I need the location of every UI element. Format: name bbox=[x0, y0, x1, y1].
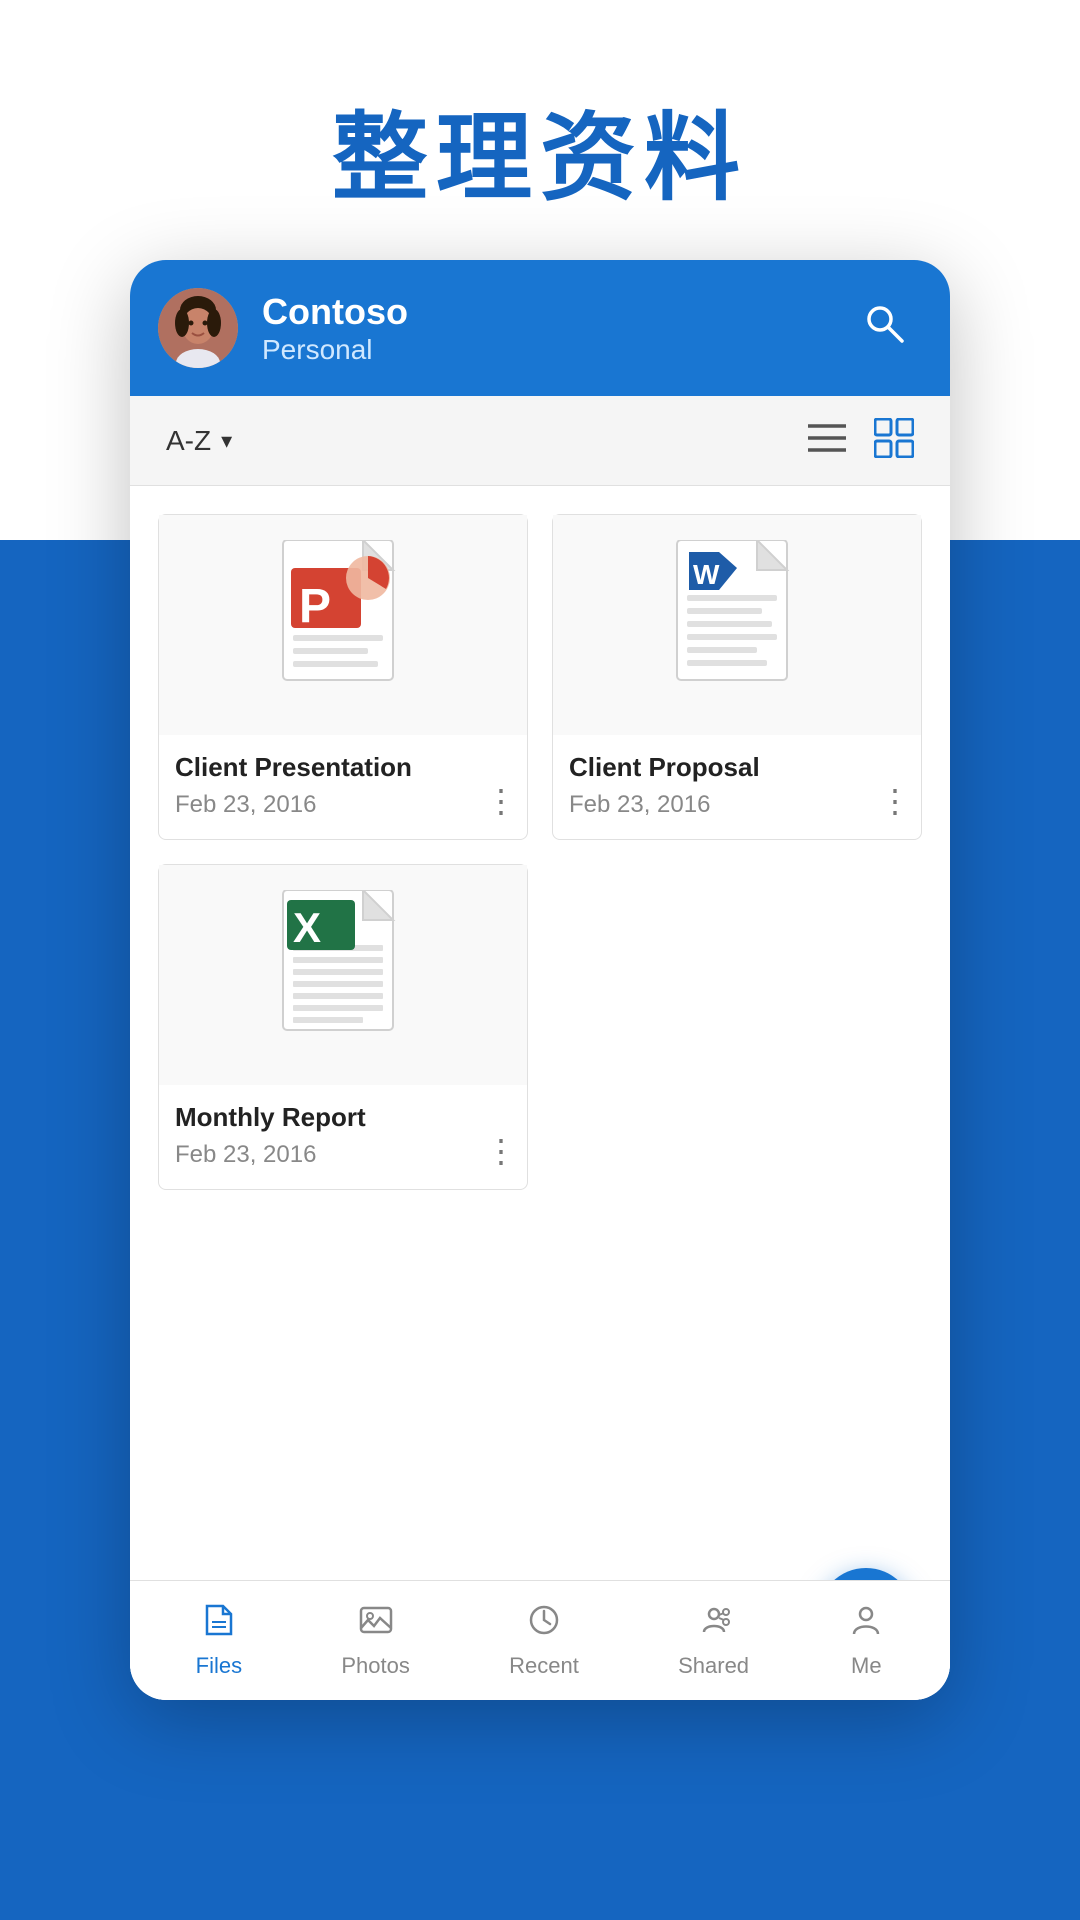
file-thumbnail: W bbox=[553, 515, 921, 735]
svg-text:P: P bbox=[299, 580, 331, 633]
file-card-client-presentation[interactable]: P Client Presentation Feb 23, 2016 ⋮ bbox=[158, 514, 528, 840]
more-options-button[interactable]: ⋮ bbox=[485, 785, 515, 817]
more-options-button[interactable]: ⋮ bbox=[485, 1135, 515, 1167]
me-icon bbox=[848, 1602, 884, 1647]
file-name: Monthly Report bbox=[175, 1101, 511, 1135]
nav-recent[interactable]: Recent bbox=[489, 1592, 599, 1689]
file-info: Client Proposal Feb 23, 2016 bbox=[553, 735, 921, 839]
phone-mockup: Contoso Personal A-Z ▾ bbox=[130, 260, 950, 1700]
chevron-down-icon: ▾ bbox=[221, 428, 232, 454]
files-icon bbox=[201, 1602, 237, 1647]
account-name: Contoso bbox=[262, 290, 830, 333]
files-area: P Client Presentation Feb 23, 2016 ⋮ bbox=[130, 486, 950, 1700]
nav-shared[interactable]: Shared bbox=[658, 1592, 769, 1689]
file-date: Feb 23, 2016 bbox=[569, 791, 905, 819]
svg-text:X: X bbox=[293, 904, 321, 951]
nav-me-label: Me bbox=[851, 1653, 882, 1679]
app-header: Contoso Personal bbox=[130, 260, 950, 396]
nav-shared-label: Shared bbox=[678, 1653, 749, 1679]
nav-recent-label: Recent bbox=[509, 1653, 579, 1679]
nav-me[interactable]: Me bbox=[828, 1592, 904, 1689]
svg-text:W: W bbox=[693, 559, 720, 590]
file-thumbnail: P bbox=[159, 515, 527, 735]
nav-photos[interactable]: Photos bbox=[321, 1592, 430, 1689]
toolbar: A-Z ▾ bbox=[130, 396, 950, 486]
sort-button[interactable]: A-Z ▾ bbox=[166, 425, 232, 457]
more-options-button[interactable]: ⋮ bbox=[879, 785, 909, 817]
account-type: Personal bbox=[262, 334, 830, 366]
search-button[interactable] bbox=[854, 293, 914, 364]
file-info: Client Presentation Feb 23, 2016 bbox=[159, 735, 527, 839]
shared-icon bbox=[696, 1602, 732, 1647]
file-info: Monthly Report Feb 23, 2016 bbox=[159, 1085, 527, 1189]
header-text: Contoso Personal bbox=[262, 290, 830, 365]
avatar[interactable] bbox=[158, 288, 238, 368]
nav-files[interactable]: Files bbox=[176, 1592, 262, 1689]
file-thumbnail: X bbox=[159, 865, 527, 1085]
file-card-monthly-report[interactable]: X Monthly Report Feb 23, 2016 ⋮ bbox=[158, 864, 528, 1190]
files-grid: P Client Presentation Feb 23, 2016 ⋮ bbox=[158, 514, 922, 1190]
view-toggle bbox=[808, 418, 914, 463]
bottom-nav: Files Photos Recent bbox=[130, 1580, 950, 1700]
sort-label: A-Z bbox=[166, 425, 211, 457]
photos-icon bbox=[358, 1602, 394, 1647]
recent-icon bbox=[526, 1602, 562, 1647]
nav-photos-label: Photos bbox=[341, 1653, 410, 1679]
list-view-button[interactable] bbox=[808, 422, 846, 459]
file-date: Feb 23, 2016 bbox=[175, 791, 511, 819]
grid-view-button[interactable] bbox=[874, 418, 914, 463]
page-title: 整理资料 bbox=[0, 80, 1080, 219]
file-name: Client Proposal bbox=[569, 751, 905, 785]
file-card-client-proposal[interactable]: W Client Proposal Feb 23, 2016 ⋮ bbox=[552, 514, 922, 840]
file-date: Feb 23, 2016 bbox=[175, 1141, 511, 1169]
nav-files-label: Files bbox=[196, 1653, 242, 1679]
file-name: Client Presentation bbox=[175, 751, 511, 785]
